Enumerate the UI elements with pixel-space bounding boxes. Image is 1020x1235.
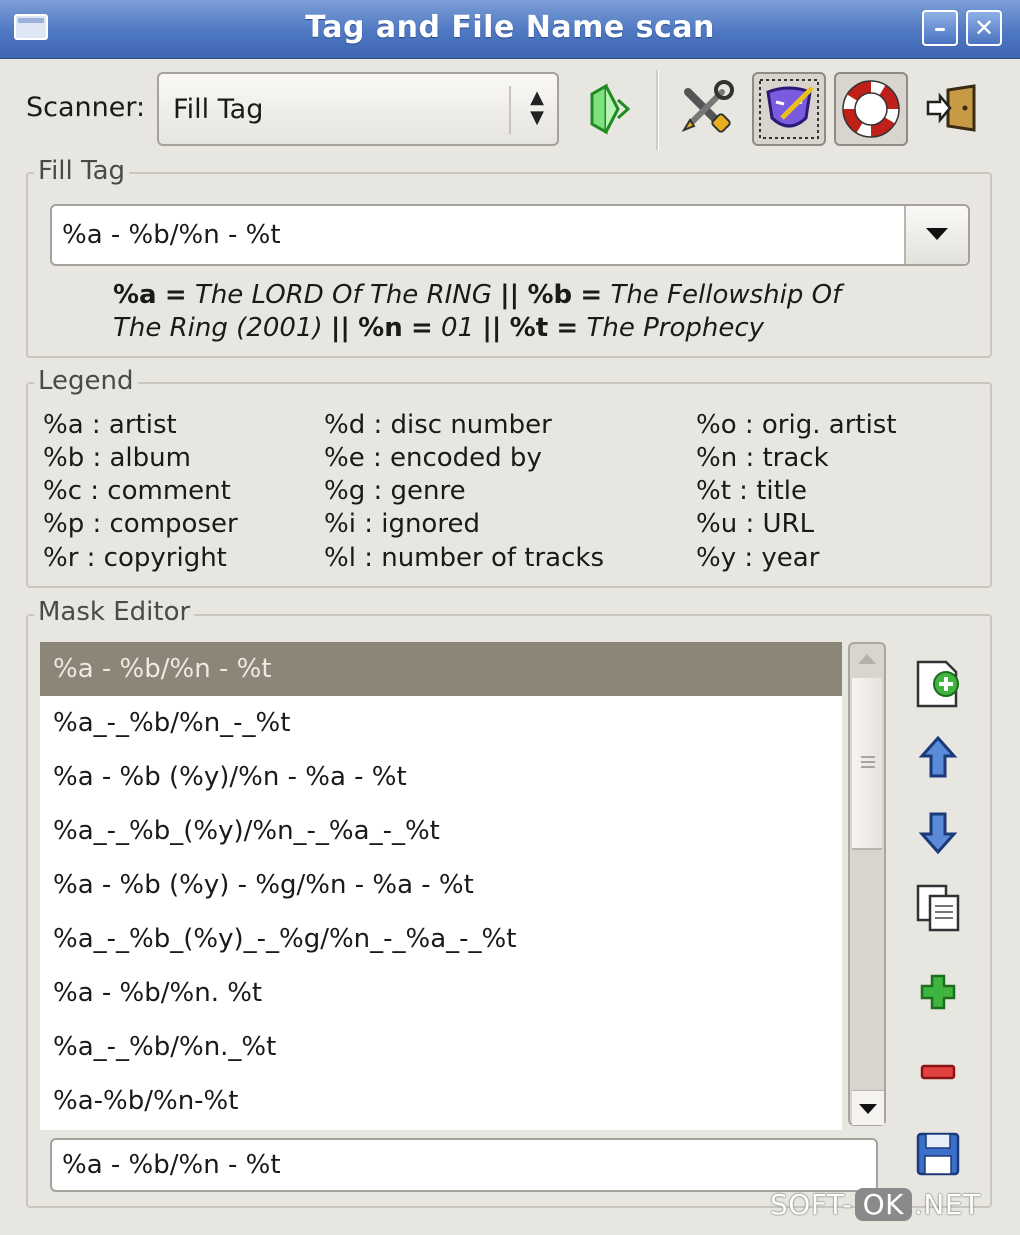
legend-item: %i : ignored bbox=[324, 509, 480, 539]
scroll-up-icon[interactable] bbox=[858, 654, 876, 664]
exit-icon[interactable] bbox=[918, 72, 992, 146]
chevron-down-icon[interactable] bbox=[904, 206, 968, 264]
remove-icon[interactable] bbox=[910, 1044, 966, 1100]
list-item[interactable]: %a - %b (%y) - %g/%n - %a - %t bbox=[40, 858, 842, 912]
help-icon[interactable] bbox=[834, 72, 908, 146]
legend-item: %o : orig. artist bbox=[696, 410, 897, 440]
legend-item: %e : encoded by bbox=[324, 443, 542, 473]
scanner-label: Scanner: bbox=[26, 92, 146, 123]
mask-list[interactable]: %a - %b/%n - %t %a_-_%b/%n_-_%t %a - %b … bbox=[40, 642, 842, 1130]
legend-item: %u : URL bbox=[696, 509, 815, 539]
scan-icon[interactable] bbox=[574, 72, 648, 146]
new-mask-icon[interactable] bbox=[910, 656, 966, 712]
legend-item: %a : artist bbox=[43, 410, 177, 440]
legend-item: %b : album bbox=[43, 443, 191, 473]
legend-item: %c : comment bbox=[43, 476, 231, 506]
list-item[interactable]: %a_-_%b_(%y)_-_%g/%n_-_%a_-_%t bbox=[40, 912, 842, 966]
title-bar: Tag and File Name scan – ✕ bbox=[0, 0, 1020, 59]
duplicate-icon[interactable] bbox=[910, 880, 966, 936]
legend-item: %g : genre bbox=[324, 476, 466, 506]
legend-item: %r : copyright bbox=[43, 543, 227, 573]
list-item[interactable]: %a_-_%b/%n._%t bbox=[40, 1020, 842, 1074]
settings-icon[interactable] bbox=[670, 72, 744, 146]
save-icon[interactable] bbox=[910, 1126, 966, 1182]
legend-item: %l : number of tracks bbox=[324, 543, 604, 573]
legend-item: %p : composer bbox=[43, 509, 238, 539]
fill-tag-preview-line2: The Ring (2001) || %n = 01 || %t = The P… bbox=[113, 313, 765, 343]
list-item[interactable]: %a_-_%b/%n_-_%t bbox=[40, 696, 842, 750]
mask-editor-group-title: Mask Editor bbox=[34, 597, 195, 627]
list-item[interactable]: %a - %b (%y)/%n - %a - %t bbox=[40, 750, 842, 804]
legend-group-title: Legend bbox=[34, 366, 138, 396]
mask-editor-icon[interactable] bbox=[752, 72, 826, 146]
updown-arrows-icon: ▲ ▼ bbox=[530, 87, 544, 128]
fill-tag-preview-line1: %a = The LORD Of The RING || %b = The Fe… bbox=[113, 280, 842, 310]
list-item[interactable]: %a-%b/%n-%t bbox=[40, 1074, 842, 1128]
close-button[interactable]: ✕ bbox=[966, 10, 1002, 46]
fill-tag-mask-combo[interactable]: %a - %b/%n - %t bbox=[50, 204, 970, 266]
legend-item: %y : year bbox=[696, 543, 820, 573]
scroll-down-button[interactable] bbox=[852, 1090, 884, 1125]
window-title: Tag and File Name scan bbox=[305, 10, 715, 45]
scroll-thumb[interactable] bbox=[852, 678, 882, 850]
list-item[interactable]: %a_-_%b_(%y)/%n_-_%a_-_%t bbox=[40, 804, 842, 858]
minimize-button[interactable]: – bbox=[922, 10, 958, 46]
list-item[interactable]: %a - %b/%n - %t bbox=[40, 642, 842, 696]
scroll-down-icon bbox=[859, 1104, 877, 1114]
watermark-logo: SOFT- OK .NET bbox=[770, 1188, 981, 1221]
scanner-select[interactable]: Fill Tag ▲ ▼ bbox=[157, 72, 559, 146]
fill-tag-mask-value: %a - %b/%n - %t bbox=[62, 220, 281, 250]
mask-edit-value: %a - %b/%n - %t bbox=[62, 1150, 281, 1180]
legend-item: %t : title bbox=[696, 476, 808, 506]
mask-edit-field[interactable]: %a - %b/%n - %t bbox=[50, 1138, 878, 1192]
list-item[interactable]: %a - %b/%n. %t bbox=[40, 966, 842, 1020]
fill-tag-group-title: Fill Tag bbox=[34, 156, 130, 186]
move-down-icon[interactable] bbox=[910, 804, 966, 860]
move-up-icon[interactable] bbox=[910, 730, 966, 786]
legend-item: %d : disc number bbox=[324, 410, 552, 440]
mask-list-scrollbar[interactable] bbox=[848, 642, 886, 1126]
add-icon[interactable] bbox=[910, 962, 966, 1018]
scanner-select-value: Fill Tag bbox=[173, 94, 264, 125]
legend-item: %n : track bbox=[696, 443, 829, 473]
